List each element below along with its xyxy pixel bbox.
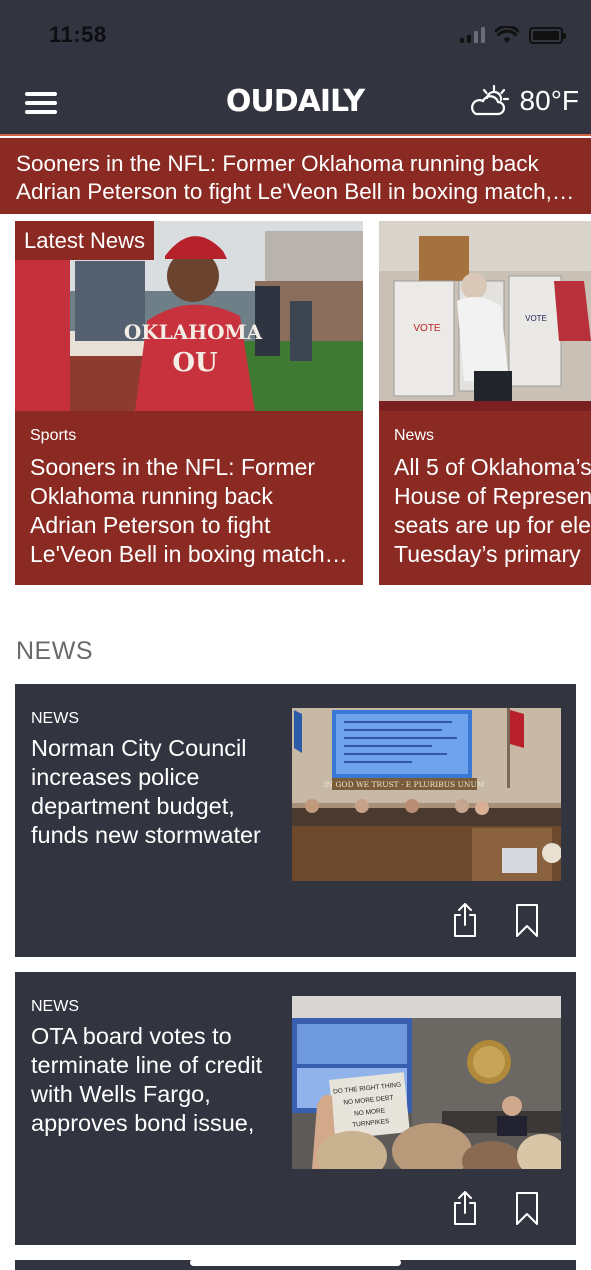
news-section-title: NEWS (16, 637, 93, 665)
item-thumbnail-council-chamber: IN GOD WE TRUST · E PLURIBUS UNUM (292, 708, 561, 881)
card-title: Sooners in the NFL: Former Oklahoma runn… (30, 454, 348, 567)
item-category: NEWS (31, 710, 79, 727)
hamburger-menu-icon[interactable] (25, 92, 57, 116)
news-list-item[interactable]: NEWS Norman City Council increases polic… (15, 684, 576, 957)
item-category: NEWS (31, 998, 79, 1015)
banner-line-1: Sooners in the NFL: Former Oklahoma runn… (16, 151, 539, 176)
weather-temperature: 80°F (519, 85, 579, 116)
item-headline: OTA board votes to terminate line of cre… (31, 1023, 263, 1136)
featured-image-voting-booths: VOTE VOTE (379, 221, 591, 411)
featured-card-sports[interactable]: OKLAHOMA OU Latest News Sports Sooners i… (15, 221, 363, 585)
status-icons (460, 26, 566, 44)
cellular-signal-icon (460, 27, 485, 43)
news-list-item[interactable]: NEWS OTA board votes to terminate line o… (15, 972, 576, 1245)
share-icon[interactable] (452, 902, 478, 938)
status-time: 11:58 (49, 22, 107, 47)
breaking-news-banner[interactable]: Sooners in the NFL: Former Oklahoma runn… (0, 138, 591, 214)
svg-text:VOTE: VOTE (525, 314, 547, 323)
card-section-label: Sports (30, 427, 77, 444)
featured-card-news[interactable]: VOTE VOTE News All 5 of Oklahoma’s House… (379, 221, 591, 585)
partly-sunny-icon (470, 84, 509, 116)
wifi-icon (495, 26, 519, 43)
item-thumbnail-board-meeting: DO THE RIGHT THING NO MORE DEBT NO MORE … (292, 996, 561, 1169)
home-indicator[interactable] (190, 1259, 401, 1266)
bookmark-icon[interactable] (514, 902, 540, 938)
battery-icon (529, 26, 566, 44)
item-actions (452, 1190, 540, 1226)
share-icon[interactable] (452, 1190, 478, 1226)
svg-text:VOTE: VOTE (413, 323, 441, 334)
card-title: All 5 of Oklahoma’s House of Represen se… (394, 454, 591, 567)
weather-widget[interactable]: 80°F (468, 84, 579, 118)
banner-line-2: Adrian Peterson to fight Le'Veon Bell in… (16, 179, 575, 204)
card-section-label: News (394, 427, 435, 444)
featured-image-football-player: OKLAHOMA OU Latest News (15, 221, 363, 411)
svg-text:IN GOD WE TRUST · E PLURIBUS U: IN GOD WE TRUST · E PLURIBUS UNUM (324, 780, 485, 789)
bookmark-icon[interactable] (514, 1190, 540, 1226)
item-headline: Norman City Council increases police dep… (31, 735, 261, 848)
svg-text:OU: OU (172, 348, 218, 378)
item-actions (452, 902, 540, 938)
app-header: 11:58 OUDAILY 80°F (0, 0, 591, 136)
svg-text:OKLAHOMA: OKLAHOMA (124, 320, 263, 344)
latest-news-label: Latest News (15, 221, 155, 260)
app-logo[interactable]: OUDAILY (210, 84, 380, 119)
